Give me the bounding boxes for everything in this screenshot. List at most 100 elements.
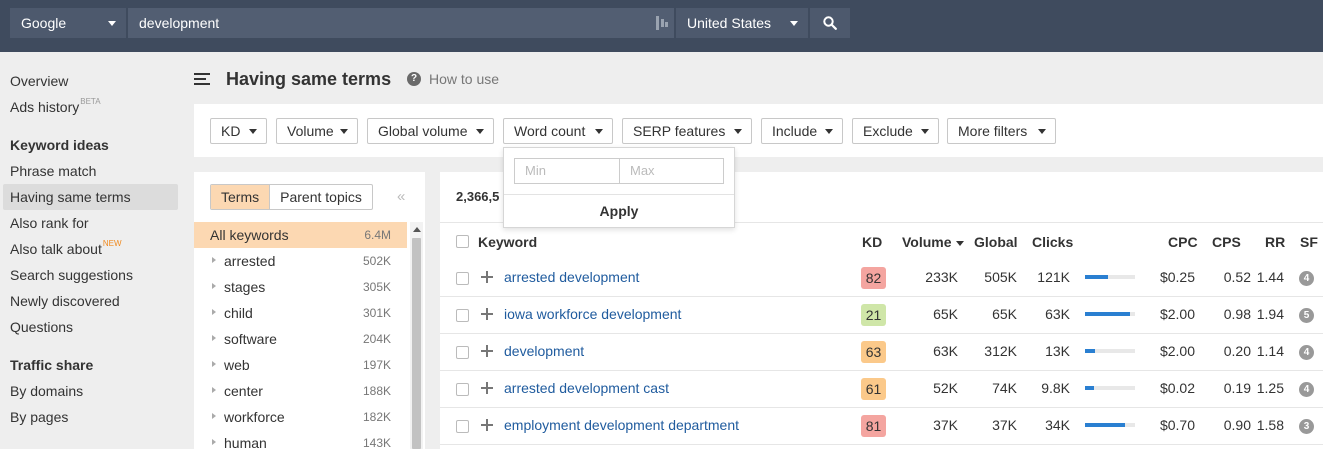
add-to-list-icon[interactable]	[481, 419, 493, 431]
bookmark-icon[interactable]	[656, 16, 668, 30]
sidebar-item-phrase-match[interactable]: Phrase match	[10, 163, 96, 179]
global-volume-value: 505K	[984, 269, 1017, 285]
tab-terms[interactable]: Terms	[211, 185, 271, 209]
term-item[interactable]: child 301K	[194, 300, 407, 326]
kd-filter-button[interactable]: KD	[210, 118, 267, 144]
serp-features-badge[interactable]: 5	[1299, 308, 1314, 323]
serp-features-badge[interactable]: 4	[1299, 345, 1314, 360]
sidebar-item-ads-history[interactable]: Ads historyBETA	[10, 97, 101, 115]
column-header-rr[interactable]: RR	[1265, 234, 1285, 250]
serp-features-badge[interactable]: 4	[1299, 271, 1314, 286]
clicks-bar	[1085, 312, 1135, 316]
serp-features-badge[interactable]: 3	[1299, 419, 1314, 434]
sidebar-item-by-domains[interactable]: By domains	[10, 383, 83, 399]
global-volume-value: 312K	[984, 343, 1017, 359]
cps-value: 0.98	[1223, 306, 1251, 322]
column-header-cpc[interactable]: CPC	[1168, 234, 1198, 250]
expand-arrow-icon[interactable]	[212, 257, 216, 263]
kd-badge: 81	[861, 415, 886, 437]
term-item-all-keywords[interactable]: All keywords 6.4M	[194, 222, 407, 248]
results-count: 2,366,5	[456, 189, 500, 204]
beta-badge: BETA	[80, 97, 101, 106]
sidebar-item-questions[interactable]: Questions	[10, 319, 73, 335]
search-button[interactable]	[810, 8, 850, 38]
term-item[interactable]: web 197K	[194, 352, 407, 378]
table-row: arrested development 82 233K 505K 121K $0.25 0…	[440, 260, 1323, 297]
expand-arrow-icon[interactable]	[212, 335, 216, 341]
add-to-list-icon[interactable]	[481, 345, 493, 357]
word-count-min-input[interactable]: Min	[514, 158, 620, 184]
sidebar-item-also-rank-for[interactable]: Also rank for	[10, 215, 89, 231]
sidebar-item-newly-discovered[interactable]: Newly discovered	[10, 293, 120, 309]
apply-button[interactable]: Apply	[504, 203, 734, 219]
how-to-use-link[interactable]: How to use	[429, 71, 499, 87]
sidebar-item-search-suggestions[interactable]: Search suggestions	[10, 267, 133, 283]
word-count-filter-button[interactable]: Word count	[503, 118, 613, 144]
search-icon	[823, 16, 837, 30]
include-filter-button[interactable]: Include	[761, 118, 843, 144]
sidebar-item-also-talk-about[interactable]: Also talk aboutNEW	[10, 239, 122, 257]
chevron-down-icon	[825, 129, 833, 134]
keyword-link[interactable]: arrested development cast	[504, 380, 669, 396]
column-header-sf[interactable]: SF	[1300, 234, 1318, 250]
expand-arrow-icon[interactable]	[212, 283, 216, 289]
column-header-keyword[interactable]: Keyword	[478, 234, 537, 250]
expand-arrow-icon[interactable]	[212, 309, 216, 315]
expand-arrow-icon[interactable]	[212, 361, 216, 367]
row-checkbox[interactable]	[456, 346, 469, 359]
serp-features-filter-button[interactable]: SERP features	[622, 118, 752, 144]
scrollbar-thumb[interactable]	[412, 238, 421, 449]
term-item[interactable]: human 143K	[194, 430, 407, 449]
column-header-global[interactable]: Global	[974, 234, 1018, 250]
cpc-value: $0.25	[1159, 269, 1195, 285]
add-to-list-icon[interactable]	[481, 271, 493, 283]
search-input[interactable]: development	[128, 8, 674, 38]
word-count-max-input[interactable]: Max	[619, 158, 724, 184]
scroll-up-icon[interactable]	[410, 222, 423, 237]
clicks-bar-fill	[1085, 423, 1125, 427]
column-header-clicks[interactable]: Clicks	[1032, 234, 1073, 250]
menu-icon[interactable]	[194, 73, 210, 85]
help-icon[interactable]: ?	[407, 72, 421, 86]
volume-value: 37K	[933, 417, 958, 433]
row-checkbox[interactable]	[456, 420, 469, 433]
search-engine-select[interactable]: Google	[10, 8, 126, 38]
keyword-link[interactable]: employment development department	[504, 417, 739, 433]
exclude-filter-button[interactable]: Exclude	[852, 118, 939, 144]
expand-arrow-icon[interactable]	[212, 413, 216, 419]
column-header-volume[interactable]: Volume	[902, 234, 964, 250]
more-filters-button[interactable]: More filters	[947, 118, 1056, 144]
column-header-kd[interactable]: KD	[862, 234, 882, 250]
row-checkbox[interactable]	[456, 272, 469, 285]
cpc-value: $0.02	[1159, 380, 1195, 396]
term-item[interactable]: workforce 182K	[194, 404, 407, 430]
add-to-list-icon[interactable]	[481, 382, 493, 394]
add-to-list-icon[interactable]	[481, 308, 493, 320]
kd-badge: 61	[861, 378, 886, 400]
volume-filter-button[interactable]: Volume	[276, 118, 358, 144]
keyword-link[interactable]: iowa workforce development	[504, 306, 681, 322]
collapse-panel-icon[interactable]: «	[397, 188, 405, 205]
expand-arrow-icon[interactable]	[212, 439, 216, 445]
term-item[interactable]: center 188K	[194, 378, 407, 404]
global-volume-filter-button[interactable]: Global volume	[367, 118, 494, 144]
serp-features-badge[interactable]: 4	[1299, 382, 1314, 397]
rr-value: 1.14	[1256, 343, 1284, 359]
expand-arrow-icon[interactable]	[212, 387, 216, 393]
sidebar-item-overview[interactable]: Overview	[10, 73, 68, 89]
clicks-value: 34K	[1045, 417, 1070, 433]
sidebar-item-by-pages[interactable]: By pages	[10, 409, 68, 425]
term-item[interactable]: stages 305K	[194, 274, 407, 300]
keyword-link[interactable]: arrested development	[504, 269, 639, 285]
select-all-checkbox[interactable]	[456, 235, 469, 248]
term-item[interactable]: software 204K	[194, 326, 407, 352]
clicks-bar	[1085, 423, 1135, 427]
column-header-cps[interactable]: CPS	[1212, 234, 1241, 250]
row-checkbox[interactable]	[456, 383, 469, 396]
term-item[interactable]: arrested 502K	[194, 248, 407, 274]
row-checkbox[interactable]	[456, 309, 469, 322]
sidebar-item-having-same-terms[interactable]: Having same terms	[3, 184, 178, 210]
tab-parent-topics[interactable]: Parent topics	[270, 185, 372, 209]
country-select[interactable]: United States	[676, 8, 808, 38]
keyword-link[interactable]: development	[504, 343, 584, 359]
